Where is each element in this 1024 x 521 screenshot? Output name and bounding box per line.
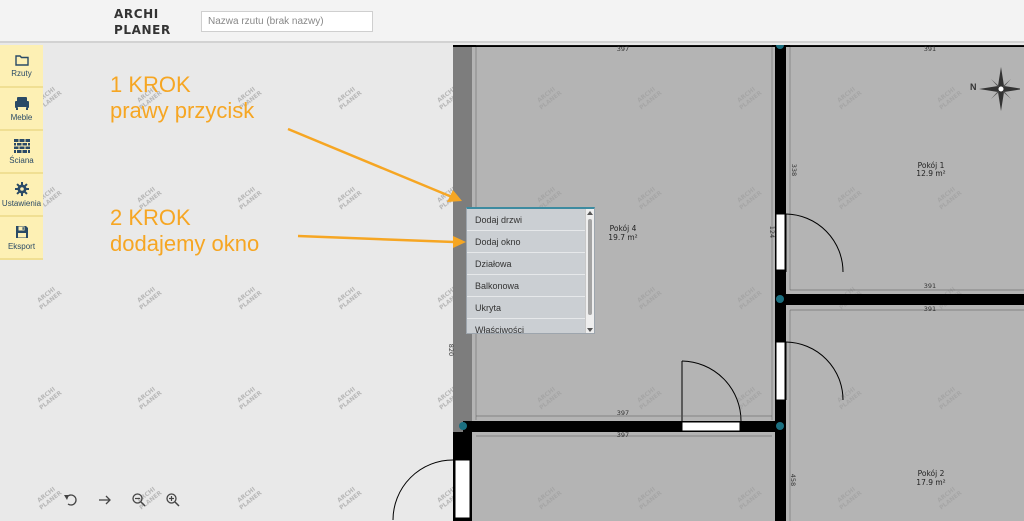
compass-label: N bbox=[970, 82, 977, 92]
sidebar-item-rzuty[interactable]: Rzuty bbox=[0, 45, 43, 88]
room-name: Pokój 4 bbox=[610, 224, 637, 233]
annotation-step-2-desc: dodajemy okno bbox=[110, 231, 260, 256]
sidebar-item-label: Eksport bbox=[7, 241, 36, 251]
logo-line-1: ARCHI bbox=[114, 7, 159, 21]
plan-name-input[interactable] bbox=[201, 11, 373, 32]
menu-item-properties[interactable]: Właściwości bbox=[467, 319, 585, 333]
annotation-step-1-title: 1 KROK bbox=[110, 72, 191, 97]
dim-right-vertical-top: 338 bbox=[790, 164, 798, 176]
armchair-icon bbox=[14, 96, 29, 110]
app-logo[interactable]: ARCHI PLANER bbox=[114, 6, 171, 38]
dim-left-vertical: 820 bbox=[447, 344, 455, 356]
folder-icon bbox=[14, 54, 29, 66]
room-area: 19.7 m² bbox=[608, 233, 637, 242]
brick-wall-icon bbox=[13, 138, 30, 153]
bottom-toolbar bbox=[54, 488, 190, 512]
menu-item-partition[interactable]: Działowa bbox=[467, 253, 585, 275]
dim-top-left: 397 bbox=[617, 45, 629, 53]
sidebar-item-eksport[interactable]: Eksport bbox=[0, 217, 43, 260]
floppy-disk-icon bbox=[15, 225, 28, 238]
gear-icon bbox=[14, 181, 29, 196]
menu-item-add-window[interactable]: Dodaj okno bbox=[467, 231, 585, 253]
dim-top-right: 391 bbox=[924, 45, 936, 53]
menu-item-hidden[interactable]: Ukryta bbox=[467, 297, 585, 319]
annotation-step-2-title: 2 KROK bbox=[110, 205, 191, 230]
undo-icon bbox=[64, 494, 77, 506]
dim-middle-right-top: 391 bbox=[924, 282, 936, 290]
room-area: 12.9 m² bbox=[916, 169, 945, 178]
sidebar: Rzuty Meble Ściana Ustawienia Eksport bbox=[0, 45, 43, 260]
dim-bottom-top: 397 bbox=[617, 409, 629, 417]
dim-middle-right-bottom: 391 bbox=[924, 305, 936, 313]
sidebar-item-ustawienia[interactable]: Ustawienia bbox=[0, 174, 43, 217]
context-menu-scrollbar[interactable] bbox=[585, 209, 594, 333]
zoom-in-icon bbox=[166, 493, 180, 507]
scroll-up-icon[interactable] bbox=[587, 211, 593, 215]
menu-item-balcony[interactable]: Balkonowa bbox=[467, 275, 585, 297]
menu-item-add-door[interactable]: Dodaj drzwi bbox=[467, 209, 585, 231]
sidebar-item-meble[interactable]: Meble bbox=[0, 88, 43, 131]
annotation-step-1: 1 KROK prawy przycisk bbox=[110, 72, 254, 124]
scrollbar-thumb[interactable] bbox=[588, 219, 592, 315]
app-header: ARCHI PLANER bbox=[0, 0, 1024, 43]
sidebar-item-label: Meble bbox=[10, 112, 33, 122]
room-name: Pokój 2 bbox=[918, 469, 945, 478]
sidebar-item-sciana[interactable]: Ściana bbox=[0, 131, 43, 174]
dim-bottom-bottom: 397 bbox=[617, 431, 629, 439]
zoom-in-button[interactable] bbox=[156, 488, 190, 512]
annotation-step-2: 2 KROK dodajemy okno bbox=[110, 205, 259, 257]
redo-icon bbox=[99, 495, 111, 505]
wall-right-horizontal[interactable] bbox=[786, 294, 1024, 305]
sidebar-item-label: Ustawienia bbox=[1, 198, 42, 208]
redo-button[interactable] bbox=[88, 488, 122, 512]
dim-right-vertical-door: 124 bbox=[768, 226, 776, 238]
wall-middle-vertical[interactable] bbox=[775, 45, 786, 521]
annotation-step-1-desc: prawy przycisk bbox=[110, 98, 255, 123]
room-area: 17.9 m² bbox=[916, 478, 945, 487]
sidebar-item-label: Rzuty bbox=[11, 68, 32, 78]
sidebar-item-label: Ściana bbox=[9, 155, 34, 165]
undo-button[interactable] bbox=[54, 488, 88, 512]
dim-right-vertical-bottom: 458 bbox=[789, 474, 797, 486]
zoom-out-icon bbox=[132, 493, 146, 507]
context-menu: Dodaj drzwi Dodaj okno Działowa Balkonow… bbox=[466, 207, 595, 334]
zoom-out-button[interactable] bbox=[122, 488, 156, 512]
logo-line-2: PLANER bbox=[114, 23, 171, 37]
scroll-down-icon[interactable] bbox=[587, 328, 593, 332]
